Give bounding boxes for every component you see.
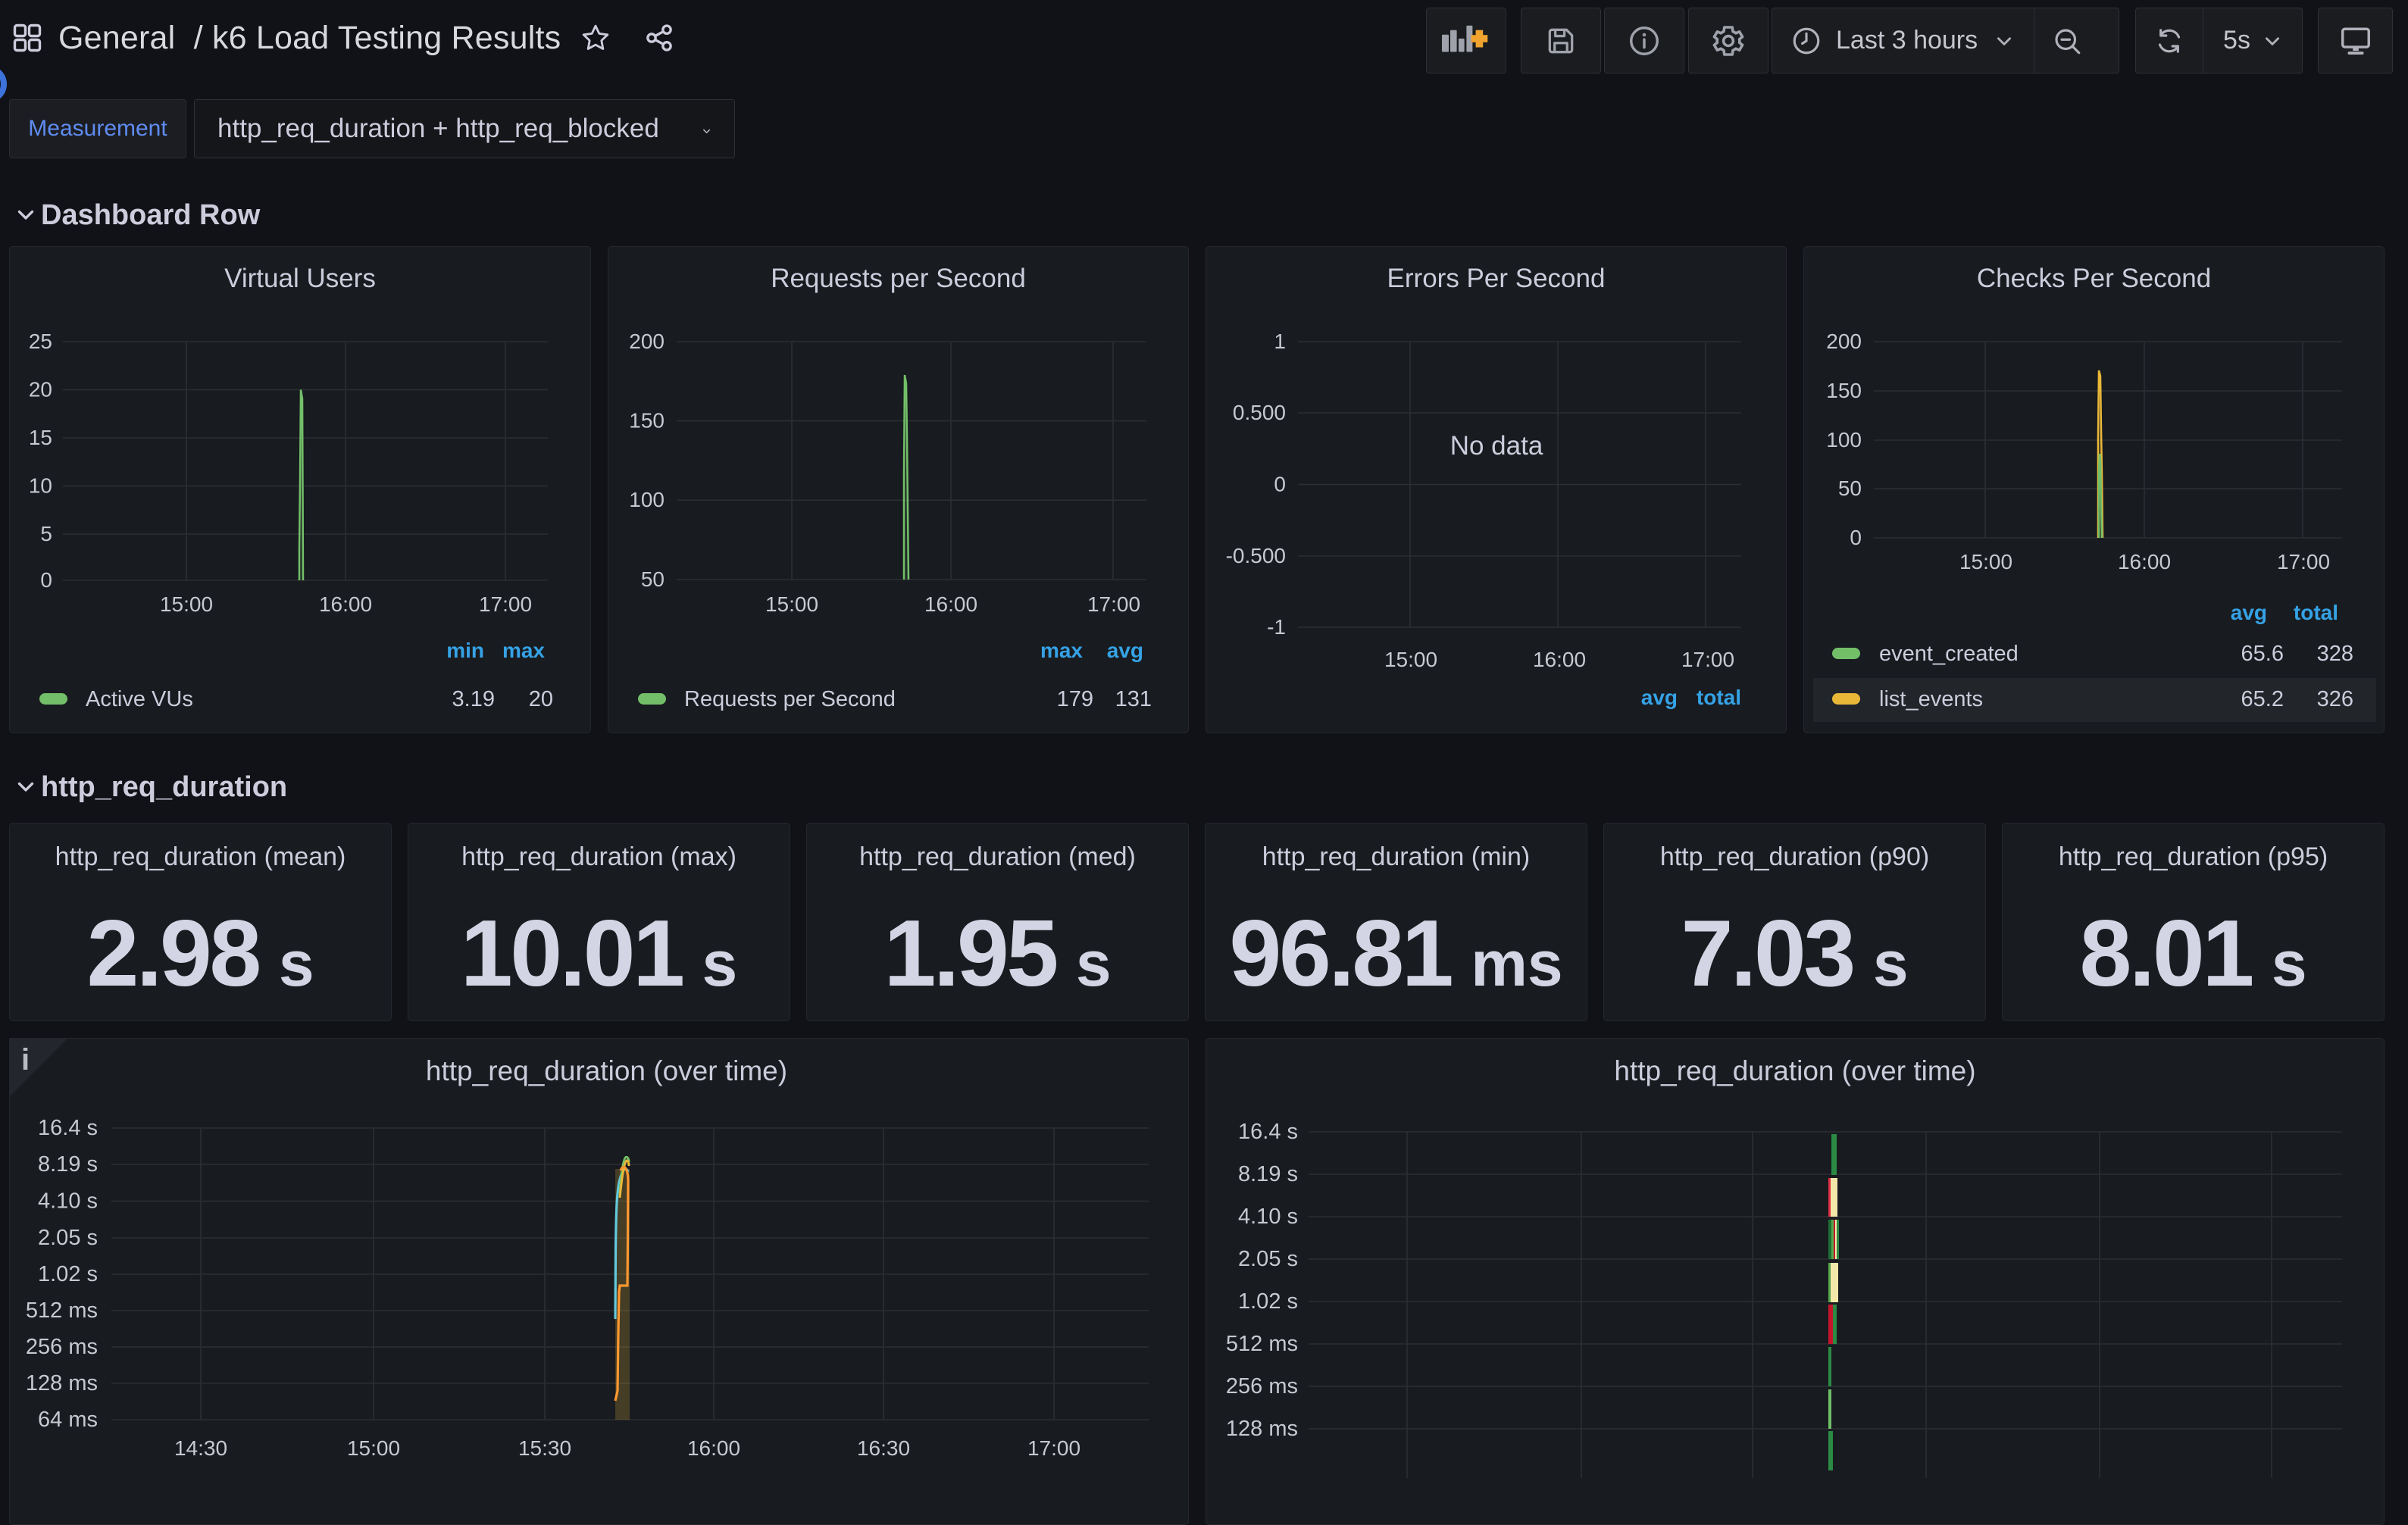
svg-text:4.10 s: 4.10 s	[38, 1189, 98, 1214]
svg-text:100: 100	[629, 488, 665, 511]
svg-text:256 ms: 256 ms	[26, 1335, 98, 1359]
svg-text:5: 5	[40, 522, 52, 545]
svg-text:15:00: 15:00	[765, 592, 818, 616]
svg-text:avg: avg	[2231, 601, 2267, 624]
svg-text:avg: avg	[1107, 639, 1143, 662]
svg-text:Active VUs: Active VUs	[86, 687, 193, 711]
svg-text:16:00: 16:00	[924, 592, 977, 616]
svg-text:17:00: 17:00	[1087, 592, 1140, 616]
svg-text:10: 10	[29, 474, 52, 498]
svg-text:max: max	[502, 639, 545, 662]
svg-text:65.6: 65.6	[2241, 642, 2284, 666]
svg-text:2.05 s: 2.05 s	[1238, 1247, 1298, 1271]
svg-text:150: 150	[629, 409, 665, 433]
svg-text:20: 20	[529, 687, 553, 711]
svg-text:17:00: 17:00	[1681, 648, 1734, 671]
svg-text:50: 50	[1838, 477, 1862, 500]
svg-text:16:00: 16:00	[2118, 550, 2171, 573]
svg-text:Requests per Second: Requests per Second	[684, 687, 896, 711]
svg-text:16:00: 16:00	[1533, 648, 1586, 671]
svg-text:256 ms: 256 ms	[1226, 1374, 1298, 1398]
svg-text:0: 0	[40, 568, 52, 592]
svg-text:avg: avg	[1641, 686, 1678, 709]
svg-text:15:00: 15:00	[1959, 550, 2012, 573]
svg-text:3.19: 3.19	[452, 687, 495, 711]
svg-text:131: 131	[1115, 687, 1152, 711]
svg-text:17:00: 17:00	[479, 592, 532, 616]
svg-text:512 ms: 512 ms	[26, 1298, 98, 1323]
svg-text:16.4 s: 16.4 s	[38, 1116, 98, 1140]
svg-text:2.05 s: 2.05 s	[38, 1226, 98, 1250]
svg-text:128 ms: 128 ms	[1226, 1417, 1298, 1441]
svg-text:50: 50	[641, 567, 665, 591]
svg-text:0: 0	[1850, 526, 1862, 549]
svg-text:15: 15	[29, 426, 52, 449]
svg-text:0: 0	[1274, 473, 1286, 496]
svg-text:1: 1	[1274, 330, 1286, 353]
svg-text:328: 328	[2317, 642, 2353, 666]
svg-text:179: 179	[1057, 687, 1093, 711]
svg-text:0.500: 0.500	[1233, 401, 1286, 424]
svg-text:25: 25	[29, 330, 52, 353]
svg-text:15:00: 15:00	[1384, 648, 1437, 671]
svg-text:-1: -1	[1267, 615, 1286, 639]
svg-text:128 ms: 128 ms	[26, 1371, 98, 1395]
svg-text:max: max	[1040, 639, 1083, 662]
svg-text:total: total	[2294, 601, 2338, 624]
svg-text:15:00: 15:00	[160, 592, 213, 616]
svg-text:4.10 s: 4.10 s	[1238, 1205, 1298, 1229]
svg-text:64 ms: 64 ms	[38, 1408, 98, 1432]
svg-text:-0.500: -0.500	[1226, 544, 1286, 567]
svg-text:No data: No data	[1450, 431, 1543, 461]
svg-text:20: 20	[29, 378, 52, 402]
svg-text:8.19 s: 8.19 s	[38, 1152, 98, 1177]
svg-text:total: total	[1697, 686, 1741, 709]
svg-text:1.02 s: 1.02 s	[38, 1262, 98, 1286]
svg-text:200: 200	[1826, 330, 1862, 353]
svg-text:list_events: list_events	[1879, 687, 1983, 711]
svg-text:200: 200	[629, 330, 665, 353]
svg-text:1.02 s: 1.02 s	[1238, 1289, 1298, 1314]
svg-text:event_created: event_created	[1879, 642, 2019, 666]
svg-text:16:00: 16:00	[319, 592, 372, 616]
svg-text:150: 150	[1826, 379, 1862, 402]
svg-text:65.2: 65.2	[2241, 687, 2284, 711]
svg-text:512 ms: 512 ms	[1226, 1332, 1298, 1356]
svg-text:16.4 s: 16.4 s	[1238, 1120, 1298, 1144]
svg-text:17:00: 17:00	[2277, 550, 2330, 573]
svg-text:min: min	[446, 639, 484, 662]
svg-text:100: 100	[1826, 428, 1862, 452]
svg-text:8.19 s: 8.19 s	[1238, 1162, 1298, 1186]
svg-text:326: 326	[2317, 687, 2353, 711]
